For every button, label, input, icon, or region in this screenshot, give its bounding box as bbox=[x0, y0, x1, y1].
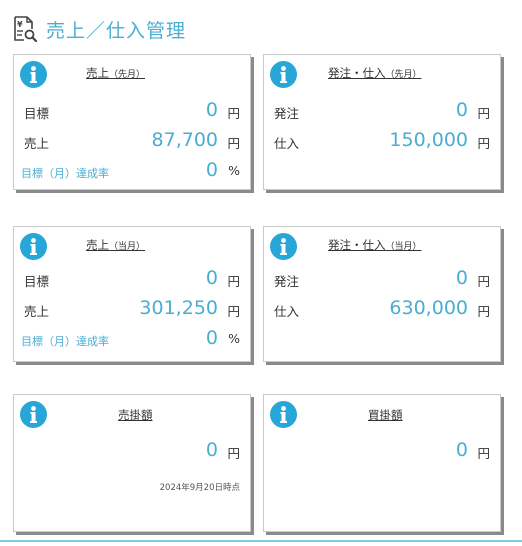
card-title-label: 発注・仕入 bbox=[328, 66, 386, 80]
info-icon[interactable] bbox=[20, 233, 47, 260]
card-orders-curr-month: 発注・仕入（当月） 発注 0 円 仕入 630,000 円 bbox=[263, 226, 501, 362]
row-receivable-amount: 0 円 bbox=[14, 439, 250, 463]
row-value: 0 bbox=[205, 267, 218, 289]
row-label: 発注 bbox=[274, 106, 300, 121]
row-value: 0 bbox=[205, 439, 218, 461]
card-title[interactable]: 売上（当月） bbox=[86, 237, 145, 253]
row-value: 0 bbox=[205, 327, 218, 349]
row-target: 目標 0 円 bbox=[14, 99, 250, 123]
row-unit: 円 bbox=[477, 304, 490, 319]
row-label: 仕入 bbox=[274, 304, 300, 319]
card-accounts-payable: 買掛額 0 円 bbox=[263, 394, 501, 532]
card-sales-curr-month: 売上（当月） 目標 0 円 売上 301,250 円 目標（月）達成率 0 % bbox=[13, 226, 251, 362]
info-icon[interactable] bbox=[270, 401, 297, 428]
row-unit: 円 bbox=[227, 106, 240, 121]
info-icon[interactable] bbox=[270, 61, 297, 88]
card-orders-prev-month: 発注・仕入（先月） 発注 0 円 仕入 150,000 円 bbox=[263, 54, 501, 190]
row-label: 仕入 bbox=[274, 136, 300, 151]
row-target: 目標 0 円 bbox=[14, 267, 250, 291]
card-title[interactable]: 売掛額 bbox=[118, 407, 153, 423]
yen-document-search-icon: ¥ bbox=[14, 16, 38, 43]
card-title-period: （当月） bbox=[385, 242, 422, 252]
row-value: 301,250 bbox=[139, 297, 218, 319]
row-unit: 円 bbox=[227, 304, 240, 319]
row-value: 0 bbox=[455, 267, 468, 289]
row-unit: 円 bbox=[477, 106, 490, 121]
row-value: 630,000 bbox=[389, 297, 468, 319]
row-payable-amount: 0 円 bbox=[264, 439, 500, 463]
card-title[interactable]: 発注・仕入（先月） bbox=[328, 65, 422, 81]
row-value: 87,700 bbox=[151, 129, 218, 151]
row-value: 0 bbox=[205, 99, 218, 121]
row-order: 発注 0 円 bbox=[264, 99, 500, 123]
row-achievement-rate: 目標（月）達成率 0 % bbox=[14, 327, 250, 351]
row-unit: 円 bbox=[477, 136, 490, 151]
page-title: 売上／仕入管理 bbox=[46, 19, 187, 42]
card-title-label: 売上 bbox=[86, 66, 109, 80]
row-unit: 円 bbox=[477, 274, 490, 289]
card-title-period: （当月） bbox=[109, 242, 146, 252]
row-value: 0 bbox=[205, 159, 218, 181]
row-value: 0 bbox=[455, 99, 468, 121]
row-label: 目標 bbox=[24, 274, 50, 289]
row-label[interactable]: 目標（月）達成率 bbox=[21, 333, 109, 349]
row-value: 150,000 bbox=[389, 129, 468, 151]
card-title-period: （先月） bbox=[109, 70, 146, 80]
row-sales: 売上 87,700 円 bbox=[14, 129, 250, 153]
bottom-divider bbox=[0, 540, 522, 542]
row-achievement-rate: 目標（月）達成率 0 % bbox=[14, 159, 250, 183]
as-of-date: 2024年9月20日時点 bbox=[159, 483, 240, 493]
info-icon[interactable] bbox=[270, 233, 297, 260]
row-unit: 円 bbox=[227, 274, 240, 289]
card-sales-prev-month: 売上（先月） 目標 0 円 売上 87,700 円 目標（月）達成率 0 % bbox=[13, 54, 251, 190]
card-title[interactable]: 買掛額 bbox=[368, 407, 403, 423]
row-unit: 円 bbox=[477, 446, 490, 461]
row-unit: 円 bbox=[227, 446, 240, 461]
svg-text:¥: ¥ bbox=[17, 20, 23, 29]
row-unit: % bbox=[228, 163, 240, 178]
card-title[interactable]: 発注・仕入（当月） bbox=[328, 237, 422, 253]
row-sales: 売上 301,250 円 bbox=[14, 297, 250, 321]
row-value: 0 bbox=[455, 439, 468, 461]
row-unit: 円 bbox=[227, 136, 240, 151]
row-label: 目標 bbox=[24, 106, 50, 121]
row-purchase: 仕入 630,000 円 bbox=[264, 297, 500, 321]
card-accounts-receivable: 売掛額 0 円 2024年9月20日時点 bbox=[13, 394, 251, 532]
card-title[interactable]: 売上（先月） bbox=[86, 65, 145, 81]
page-header: ¥ 売上／仕入管理 bbox=[12, 14, 186, 44]
row-label[interactable]: 目標（月）達成率 bbox=[21, 165, 109, 181]
card-title-label: 発注・仕入 bbox=[328, 238, 386, 252]
info-icon[interactable] bbox=[20, 61, 47, 88]
card-title-period: （先月） bbox=[385, 70, 422, 80]
row-purchase: 仕入 150,000 円 bbox=[264, 129, 500, 153]
row-label: 売上 bbox=[24, 136, 50, 151]
row-label: 発注 bbox=[274, 274, 300, 289]
info-icon[interactable] bbox=[20, 401, 47, 428]
row-unit: % bbox=[228, 331, 240, 346]
card-title-label: 売上 bbox=[86, 238, 109, 252]
row-label: 売上 bbox=[24, 304, 50, 319]
row-order: 発注 0 円 bbox=[264, 267, 500, 291]
